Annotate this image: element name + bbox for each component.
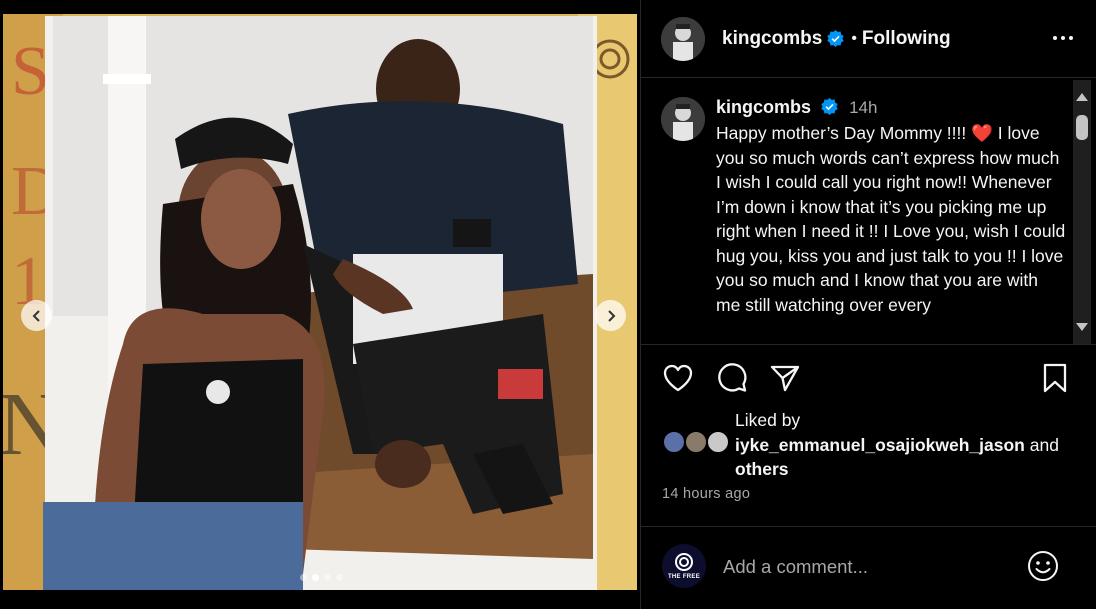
comment-input[interactable] xyxy=(723,553,1013,581)
post-time-ago[interactable]: 14 hours ago xyxy=(662,486,750,502)
carousel-dot[interactable] xyxy=(324,574,331,581)
caption-scrollbar[interactable] xyxy=(1073,80,1091,344)
post-header: kingcombs • Following xyxy=(641,0,1096,78)
carousel-dot[interactable] xyxy=(336,574,343,581)
verified-badge-icon xyxy=(821,98,838,115)
share-button[interactable] xyxy=(767,360,803,396)
comment-bar: THE FREE xyxy=(641,526,1096,609)
heart-icon xyxy=(663,364,693,392)
media-panel: S D 1 N xyxy=(0,0,640,609)
previous-photo-button[interactable] xyxy=(21,300,52,331)
liked-by-prefix: Liked by xyxy=(735,410,801,430)
post-details-panel: kingcombs • Following kingcombs 14h Happ… xyxy=(640,0,1096,609)
liked-by-user-link[interactable]: iyke_emmanuel_osajiokweh_jason xyxy=(735,435,1025,455)
comment-button[interactable] xyxy=(714,360,750,396)
scroll-down-arrow-icon[interactable] xyxy=(1076,323,1088,331)
bookmark-icon xyxy=(1043,363,1067,393)
author-username[interactable]: kingcombs xyxy=(722,28,822,50)
like-button[interactable] xyxy=(660,360,696,396)
caption-header: kingcombs 14h xyxy=(716,97,877,118)
swirl-logo-icon xyxy=(675,553,693,571)
svg-text:S: S xyxy=(11,33,50,110)
more-dots-icon[interactable] xyxy=(1051,28,1075,48)
save-button[interactable] xyxy=(1037,360,1073,396)
next-photo-button[interactable] xyxy=(595,300,626,331)
carousel-dot[interactable] xyxy=(300,574,307,581)
caption-author-avatar[interactable] xyxy=(661,97,705,141)
liker-avatar[interactable] xyxy=(706,430,730,454)
author-avatar[interactable] xyxy=(661,16,705,61)
verified-badge-icon xyxy=(827,30,844,47)
caption-text: Happy mother’s Day Mommy !!!! ❤️ I love … xyxy=(716,123,1066,315)
liker-avatar[interactable] xyxy=(684,430,708,454)
caption-username[interactable]: kingcombs xyxy=(716,97,811,117)
avatar-brand-label: THE FREE xyxy=(667,574,701,580)
action-bar xyxy=(641,360,1096,400)
emoji-smiley-icon[interactable] xyxy=(1027,550,1059,582)
caption-section: kingcombs 14h Happy mother’s Day Mommy !… xyxy=(641,79,1096,345)
chevron-right-icon xyxy=(607,309,615,322)
liked-by-conjunction: and xyxy=(1029,434,1059,455)
post-photo[interactable]: S D 1 N xyxy=(3,14,637,590)
liker-avatar[interactable] xyxy=(662,430,686,454)
carousel-dot-active[interactable] xyxy=(312,574,319,581)
separator-dot: • xyxy=(851,29,857,47)
liked-by-others-link[interactable]: others xyxy=(735,459,788,479)
carousel-indicator xyxy=(300,574,343,581)
following-button[interactable]: Following xyxy=(862,28,951,50)
caption-timestamp[interactable]: 14h xyxy=(849,98,877,117)
liker-avatars[interactable] xyxy=(662,430,732,460)
scrollbar-thumb[interactable] xyxy=(1076,115,1088,140)
liked-by-text: Liked by iyke_emmanuel_osajiokweh_jason … xyxy=(735,408,1085,482)
chevron-left-icon xyxy=(32,309,40,322)
current-user-avatar[interactable]: THE FREE xyxy=(662,544,706,588)
paper-plane-icon xyxy=(770,365,800,392)
scroll-up-arrow-icon[interactable] xyxy=(1076,93,1088,101)
comment-bubble-icon xyxy=(718,363,747,392)
